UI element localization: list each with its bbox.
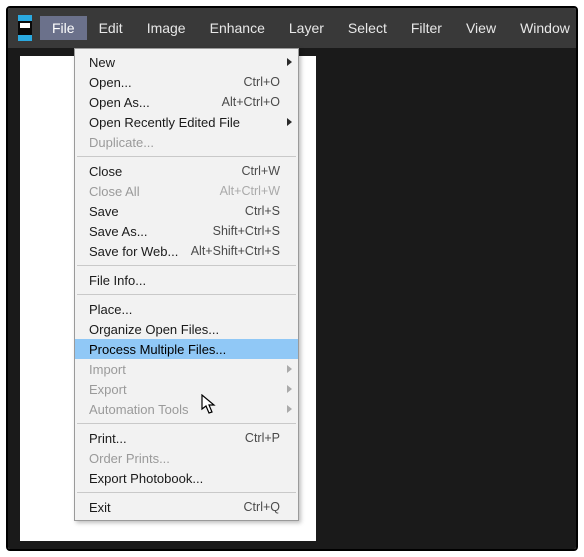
menu-item-export-photobook[interactable]: Export Photobook... [75, 468, 298, 488]
menu-separator [77, 294, 296, 295]
menu-file[interactable]: File [40, 16, 87, 40]
submenu-arrow-icon [287, 405, 292, 413]
menu-item-label: Save [89, 204, 245, 219]
menu-separator [77, 492, 296, 493]
submenu-arrow-icon [287, 385, 292, 393]
menu-item-label: Close [89, 164, 241, 179]
menu-item-close-all: Close All Alt+Ctrl+W [75, 181, 298, 201]
menu-item-save-for-web[interactable]: Save for Web... Alt+Shift+Ctrl+S [75, 241, 298, 261]
app-logo-inner [18, 21, 32, 35]
submenu-arrow-icon [287, 365, 292, 373]
menu-item-label: File Info... [89, 273, 280, 288]
menu-item-label: Close All [89, 184, 220, 199]
menu-separator [77, 423, 296, 424]
menu-item-duplicate: Duplicate... [75, 132, 298, 152]
menu-item-label: Organize Open Files... [89, 322, 280, 337]
menu-item-shortcut: Shift+Ctrl+S [213, 224, 280, 238]
submenu-arrow-icon [287, 118, 292, 126]
app-logo-icon [18, 15, 32, 41]
menu-separator [77, 265, 296, 266]
menu-item-file-info[interactable]: File Info... [75, 270, 298, 290]
menu-item-save-as[interactable]: Save As... Shift+Ctrl+S [75, 221, 298, 241]
menu-item-label: Open... [89, 75, 244, 90]
menu-image[interactable]: Image [135, 16, 198, 40]
menu-item-export: Export [75, 379, 298, 399]
menu-item-label: Import [89, 362, 280, 377]
menu-item-label: Order Prints... [89, 451, 280, 466]
menu-window[interactable]: Window [508, 16, 578, 40]
menu-item-open[interactable]: Open... Ctrl+O [75, 72, 298, 92]
menu-item-label: Export [89, 382, 280, 397]
menu-item-label: Export Photobook... [89, 471, 280, 486]
menu-item-label: Process Multiple Files... [89, 342, 280, 357]
menu-item-print[interactable]: Print... Ctrl+P [75, 428, 298, 448]
menubar: File Edit Image Enhance Layer Select Fil… [8, 8, 576, 48]
menu-enhance[interactable]: Enhance [198, 16, 277, 40]
menu-item-shortcut: Alt+Ctrl+W [220, 184, 280, 198]
app-window: File Edit Image Enhance Layer Select Fil… [6, 6, 578, 551]
menu-item-shortcut: Ctrl+W [241, 164, 280, 178]
menu-layer[interactable]: Layer [277, 16, 336, 40]
menu-view[interactable]: View [454, 16, 508, 40]
menu-item-label: Print... [89, 431, 245, 446]
menu-item-shortcut: Alt+Ctrl+O [222, 95, 280, 109]
menu-item-label: Save As... [89, 224, 213, 239]
menu-item-shortcut: Alt+Shift+Ctrl+S [191, 244, 280, 258]
menu-item-shortcut: Ctrl+Q [244, 500, 280, 514]
menu-item-open-as[interactable]: Open As... Alt+Ctrl+O [75, 92, 298, 112]
menu-item-shortcut: Ctrl+P [245, 431, 280, 445]
menu-item-label: Automation Tools [89, 402, 280, 417]
menu-item-label: Open As... [89, 95, 222, 110]
submenu-arrow-icon [287, 58, 292, 66]
menu-item-order-prints: Order Prints... [75, 448, 298, 468]
menu-filter[interactable]: Filter [399, 16, 454, 40]
menu-edit[interactable]: Edit [87, 16, 135, 40]
menu-item-new[interactable]: New [75, 52, 298, 72]
file-dropdown-menu: New Open... Ctrl+O Open As... Alt+Ctrl+O… [74, 48, 299, 521]
menu-item-import: Import [75, 359, 298, 379]
menu-item-label: Save for Web... [89, 244, 191, 259]
menu-item-automation-tools: Automation Tools [75, 399, 298, 419]
menu-item-shortcut: Ctrl+O [244, 75, 280, 89]
menu-item-shortcut: Ctrl+S [245, 204, 280, 218]
menu-item-exit[interactable]: Exit Ctrl+Q [75, 497, 298, 517]
menu-item-process-multiple-files[interactable]: Process Multiple Files... [75, 339, 298, 359]
menu-item-save[interactable]: Save Ctrl+S [75, 201, 298, 221]
menu-item-place[interactable]: Place... [75, 299, 298, 319]
menu-item-open-recent[interactable]: Open Recently Edited File [75, 112, 298, 132]
menu-separator [77, 156, 296, 157]
menu-item-label: Exit [89, 500, 244, 515]
menu-item-organize-open-files[interactable]: Organize Open Files... [75, 319, 298, 339]
menu-item-close[interactable]: Close Ctrl+W [75, 161, 298, 181]
menu-item-label: Open Recently Edited File [89, 115, 280, 130]
menu-item-label: Place... [89, 302, 280, 317]
menu-item-label: New [89, 55, 280, 70]
menu-select[interactable]: Select [336, 16, 399, 40]
menu-item-label: Duplicate... [89, 135, 280, 150]
